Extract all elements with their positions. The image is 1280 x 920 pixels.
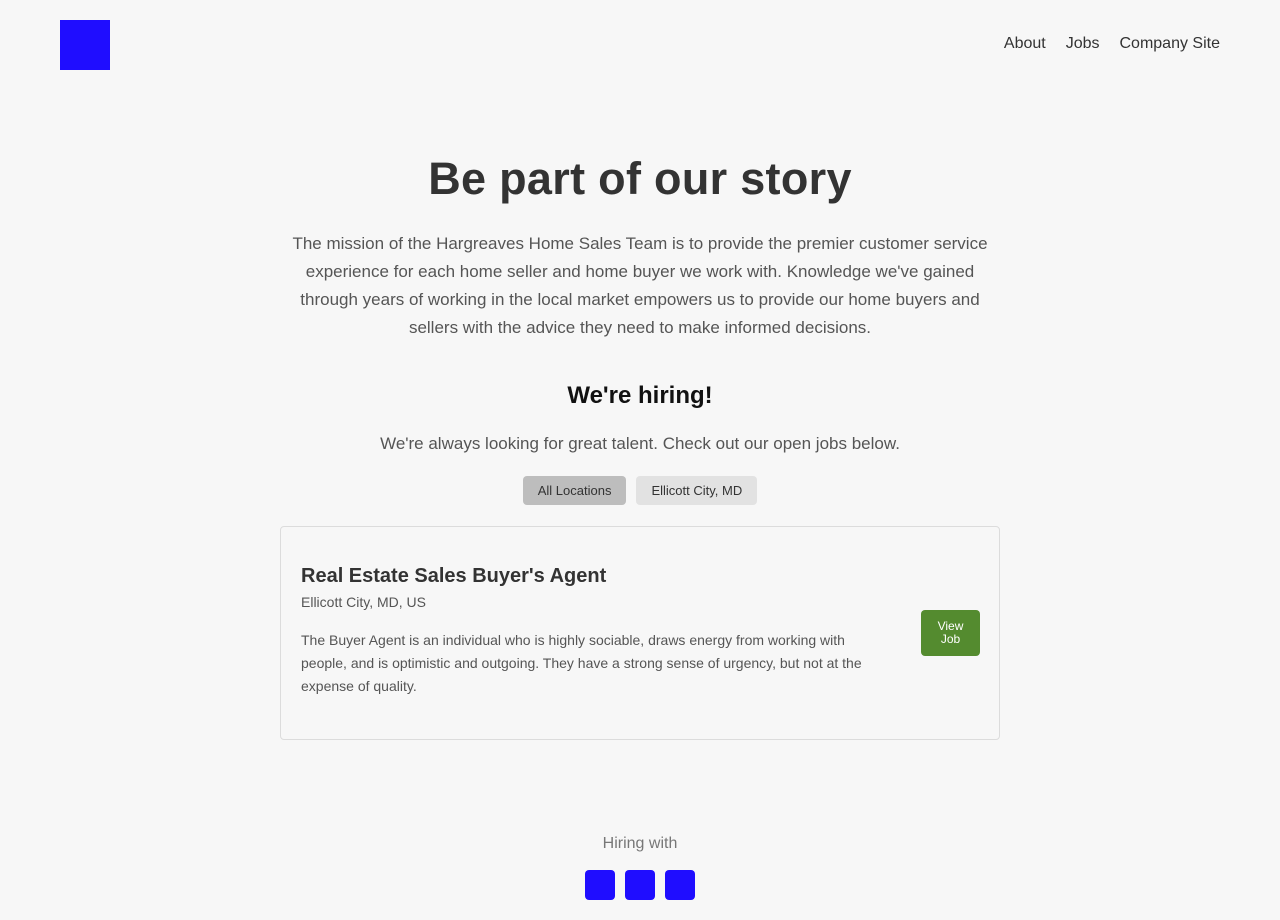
site-footer: Hiring with xyxy=(0,832,1280,900)
social-icon[interactable] xyxy=(665,870,695,900)
top-nav: About Jobs Company Site xyxy=(1004,34,1220,54)
view-job-button[interactable]: View Job xyxy=(921,610,980,656)
site-header: About Jobs Company Site xyxy=(0,0,1280,90)
location-filters: All Locations Ellicott City, MD xyxy=(280,476,1000,505)
nav-about-link[interactable]: About xyxy=(1004,34,1046,54)
hiring-with-label: Hiring with xyxy=(602,835,678,852)
nav-jobs-link[interactable]: Jobs xyxy=(1066,34,1100,54)
social-links xyxy=(0,870,1280,900)
filter-ellicott-city-button[interactable]: Ellicott City, MD xyxy=(636,476,758,505)
job-info: Real Estate Sales Buyer's Agent Ellicott… xyxy=(301,563,891,698)
nav-company-site-link[interactable]: Company Site xyxy=(1120,34,1221,54)
social-icon[interactable] xyxy=(625,870,655,900)
page-title: Be part of our story xyxy=(428,153,852,204)
hero-section: Be part of our story The mission of the … xyxy=(280,150,1000,505)
hiring-subtitle: We're always looking for great talent. C… xyxy=(380,434,900,453)
mission-statement: The mission of the Hargreaves Home Sales… xyxy=(292,234,988,337)
job-location: Ellicott City, MD, US xyxy=(301,594,426,610)
company-logo[interactable] xyxy=(60,20,110,70)
social-icon[interactable] xyxy=(585,870,615,900)
job-card: Real Estate Sales Buyer's Agent Ellicott… xyxy=(280,526,1000,740)
filter-all-locations-button[interactable]: All Locations xyxy=(522,476,627,505)
hiring-heading: We're hiring! xyxy=(567,382,713,409)
job-description: The Buyer Agent is an individual who is … xyxy=(301,632,862,694)
job-title[interactable]: Real Estate Sales Buyer's Agent xyxy=(301,563,891,589)
